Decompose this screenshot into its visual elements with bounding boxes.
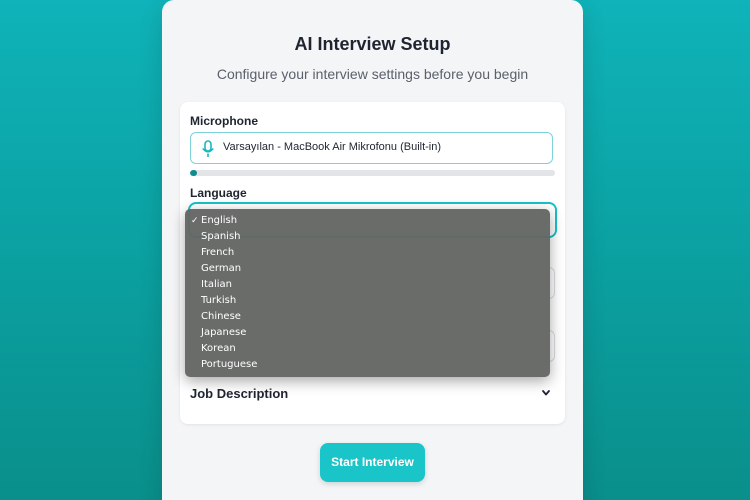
language-label: Language: [190, 186, 247, 200]
language-option-label: Portuguese: [201, 359, 258, 370]
language-option-label: English: [201, 215, 238, 226]
language-option-italian[interactable]: Italian: [185, 277, 550, 293]
microphone-selected-value: Varsayılan - MacBook Air Mikrofonu (Buil…: [223, 141, 442, 153]
microphone-select[interactable]: Varsayılan - MacBook Air Mikrofonu (Buil…: [190, 132, 553, 164]
language-option-french[interactable]: French: [185, 245, 550, 261]
language-option-japanese[interactable]: Japanese: [185, 325, 550, 341]
language-option-label: Chinese: [201, 311, 241, 322]
language-option-label: Italian: [201, 279, 233, 290]
language-option-korean[interactable]: Korean: [185, 341, 550, 357]
language-option-label: Japanese: [201, 327, 247, 338]
page-title: AI Interview Setup: [294, 34, 451, 54]
language-option-english[interactable]: ✓ English: [185, 213, 550, 229]
language-option-label: French: [201, 247, 235, 258]
mic-level-meter: [190, 170, 555, 176]
language-option-label: Korean: [201, 343, 236, 354]
language-option-label: German: [201, 263, 242, 274]
language-dropdown-menu: ✓ English Spanish French German Italian Turkis…: [185, 209, 550, 377]
checkmark-icon: ✓: [191, 216, 199, 226]
language-option-portuguese[interactable]: Portuguese: [185, 357, 550, 373]
job-description-toggle[interactable]: Job Description: [190, 386, 288, 401]
language-option-label: Spanish: [201, 231, 241, 242]
start-interview-button[interactable]: Start Interview: [320, 443, 425, 482]
language-option-label: Turkish: [201, 295, 237, 306]
language-option-german[interactable]: German: [185, 261, 550, 277]
microphone-label: Microphone: [190, 114, 258, 128]
chevron-down-icon[interactable]: [541, 387, 551, 399]
microphone-icon: [202, 140, 214, 157]
language-option-spanish[interactable]: Spanish: [185, 229, 550, 245]
language-option-chinese[interactable]: Chinese: [185, 309, 550, 325]
page-subtitle: Configure your interview settings before…: [216, 66, 529, 82]
mic-level-fill: [190, 170, 198, 176]
language-option-turkish[interactable]: Turkish: [185, 293, 550, 309]
